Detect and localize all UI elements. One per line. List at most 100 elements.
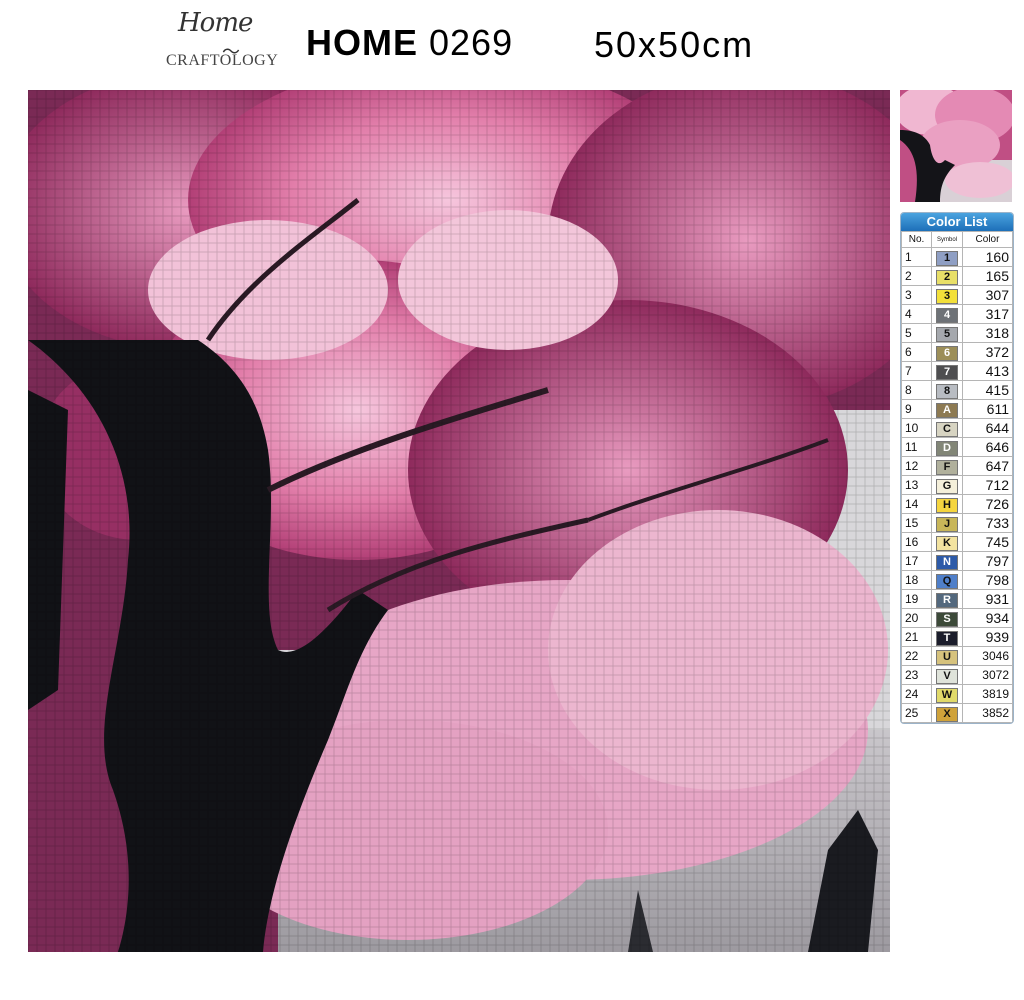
color-symbol-swatch: N: [936, 555, 958, 570]
color-list-row: 14 H 726: [901, 494, 1013, 514]
color-no: 5: [901, 323, 932, 343]
color-no: 18: [901, 570, 932, 590]
color-symbol-cell: X: [931, 703, 963, 723]
color-no: 8: [901, 380, 932, 400]
color-no: 22: [901, 646, 932, 666]
color-symbol-cell: 3: [931, 285, 963, 305]
color-code: 165: [962, 266, 1013, 286]
color-code: 798: [962, 570, 1013, 590]
color-list-row: 16 K 745: [901, 532, 1013, 552]
color-symbol-cell: H: [931, 494, 963, 514]
color-symbol-cell: 2: [931, 266, 963, 286]
color-no: 25: [901, 703, 932, 723]
color-list-row: 24 W 3819: [901, 684, 1013, 704]
color-symbol-swatch: 1: [936, 251, 958, 266]
color-symbol-swatch: 5: [936, 327, 958, 342]
color-code: 745: [962, 532, 1013, 552]
color-no: 1: [901, 247, 932, 267]
color-symbol-swatch: Q: [936, 574, 958, 589]
color-code: 318: [962, 323, 1013, 343]
color-symbol-cell: A: [931, 399, 963, 419]
color-symbol-cell: S: [931, 608, 963, 628]
color-code: 3046: [962, 646, 1013, 666]
color-symbol-cell: U: [931, 646, 963, 666]
color-symbol-cell: D: [931, 437, 963, 457]
color-list-title: Color List: [901, 213, 1013, 231]
color-no: 20: [901, 608, 932, 628]
diamond-painting-preview: [28, 90, 890, 952]
color-no: 19: [901, 589, 932, 609]
color-symbol-cell: 6: [931, 342, 963, 362]
color-no: 9: [901, 399, 932, 419]
color-code: 726: [962, 494, 1013, 514]
color-code: 934: [962, 608, 1013, 628]
color-no: 11: [901, 437, 932, 457]
color-code: 647: [962, 456, 1013, 476]
header-no: No.: [901, 231, 932, 248]
color-no: 21: [901, 627, 932, 647]
color-list-body: 1 1 160 2 2 165 3 3 307 4 4 317 5 5 318 6 6 372 7 7 413 8 8 415…: [901, 247, 1013, 723]
color-no: 17: [901, 551, 932, 571]
color-list-row: 7 7 413: [901, 361, 1013, 381]
color-symbol-cell: C: [931, 418, 963, 438]
color-list-row: 8 8 415: [901, 380, 1013, 400]
product-code-prefix: HOME: [306, 22, 418, 63]
color-no: 12: [901, 456, 932, 476]
color-list-row: 12 F 647: [901, 456, 1013, 476]
color-symbol-swatch: J: [936, 517, 958, 532]
color-code: 931: [962, 589, 1013, 609]
color-list-row: 25 X 3852: [901, 703, 1013, 723]
color-symbol-swatch: 4: [936, 308, 958, 323]
color-symbol-cell: 1: [931, 247, 963, 267]
color-symbol-swatch: D: [936, 441, 958, 456]
color-symbol-swatch: 3: [936, 289, 958, 304]
color-symbol-swatch: G: [936, 479, 958, 494]
color-symbol-cell: 5: [931, 323, 963, 343]
color-symbol-cell: 4: [931, 304, 963, 324]
color-symbol-cell: V: [931, 665, 963, 685]
color-no: 10: [901, 418, 932, 438]
color-list-header-row: No. Symbol Color: [901, 231, 1013, 248]
product-code: HOME 0269: [306, 22, 513, 64]
color-list-row: 6 6 372: [901, 342, 1013, 362]
color-symbol-cell: F: [931, 456, 963, 476]
color-code: 3072: [962, 665, 1013, 685]
color-no: 13: [901, 475, 932, 495]
color-no: 7: [901, 361, 932, 381]
color-code: 3852: [962, 703, 1013, 723]
color-list-row: 10 C 644: [901, 418, 1013, 438]
color-symbol-cell: J: [931, 513, 963, 533]
color-no: 2: [901, 266, 932, 286]
header-color: Color: [962, 231, 1013, 248]
color-code: 317: [962, 304, 1013, 324]
color-code: 3819: [962, 684, 1013, 704]
color-symbol-swatch: 2: [936, 270, 958, 285]
product-size: 50x50cm: [594, 24, 755, 65]
header-symbol: Symbol: [931, 231, 963, 248]
color-code: 372: [962, 342, 1013, 362]
color-symbol-swatch: U: [936, 650, 958, 665]
color-no: 15: [901, 513, 932, 533]
color-list-row: 2 2 165: [901, 266, 1013, 286]
color-symbol-swatch: F: [936, 460, 958, 475]
color-list-row: 19 R 931: [901, 589, 1013, 609]
color-symbol-swatch: T: [936, 631, 958, 646]
color-symbol-cell: 8: [931, 380, 963, 400]
brand-logo: Home 〜 CRAFTOLOGY: [160, 8, 280, 74]
color-symbol-cell: W: [931, 684, 963, 704]
color-code: 733: [962, 513, 1013, 533]
color-code: 611: [962, 399, 1013, 419]
color-symbol-swatch: S: [936, 612, 958, 627]
product-header: Home 〜 CRAFTOLOGY HOME 0269 50x50cm: [0, 0, 1024, 88]
color-symbol-cell: R: [931, 589, 963, 609]
color-code: 644: [962, 418, 1013, 438]
logo-script-text: Home: [178, 8, 253, 38]
color-code: 413: [962, 361, 1013, 381]
color-symbol-swatch: K: [936, 536, 958, 551]
color-symbol-swatch: 6: [936, 346, 958, 361]
color-list-row: 17 N 797: [901, 551, 1013, 571]
color-no: 24: [901, 684, 932, 704]
color-symbol-swatch: C: [936, 422, 958, 437]
color-code: 939: [962, 627, 1013, 647]
color-no: 4: [901, 304, 932, 324]
